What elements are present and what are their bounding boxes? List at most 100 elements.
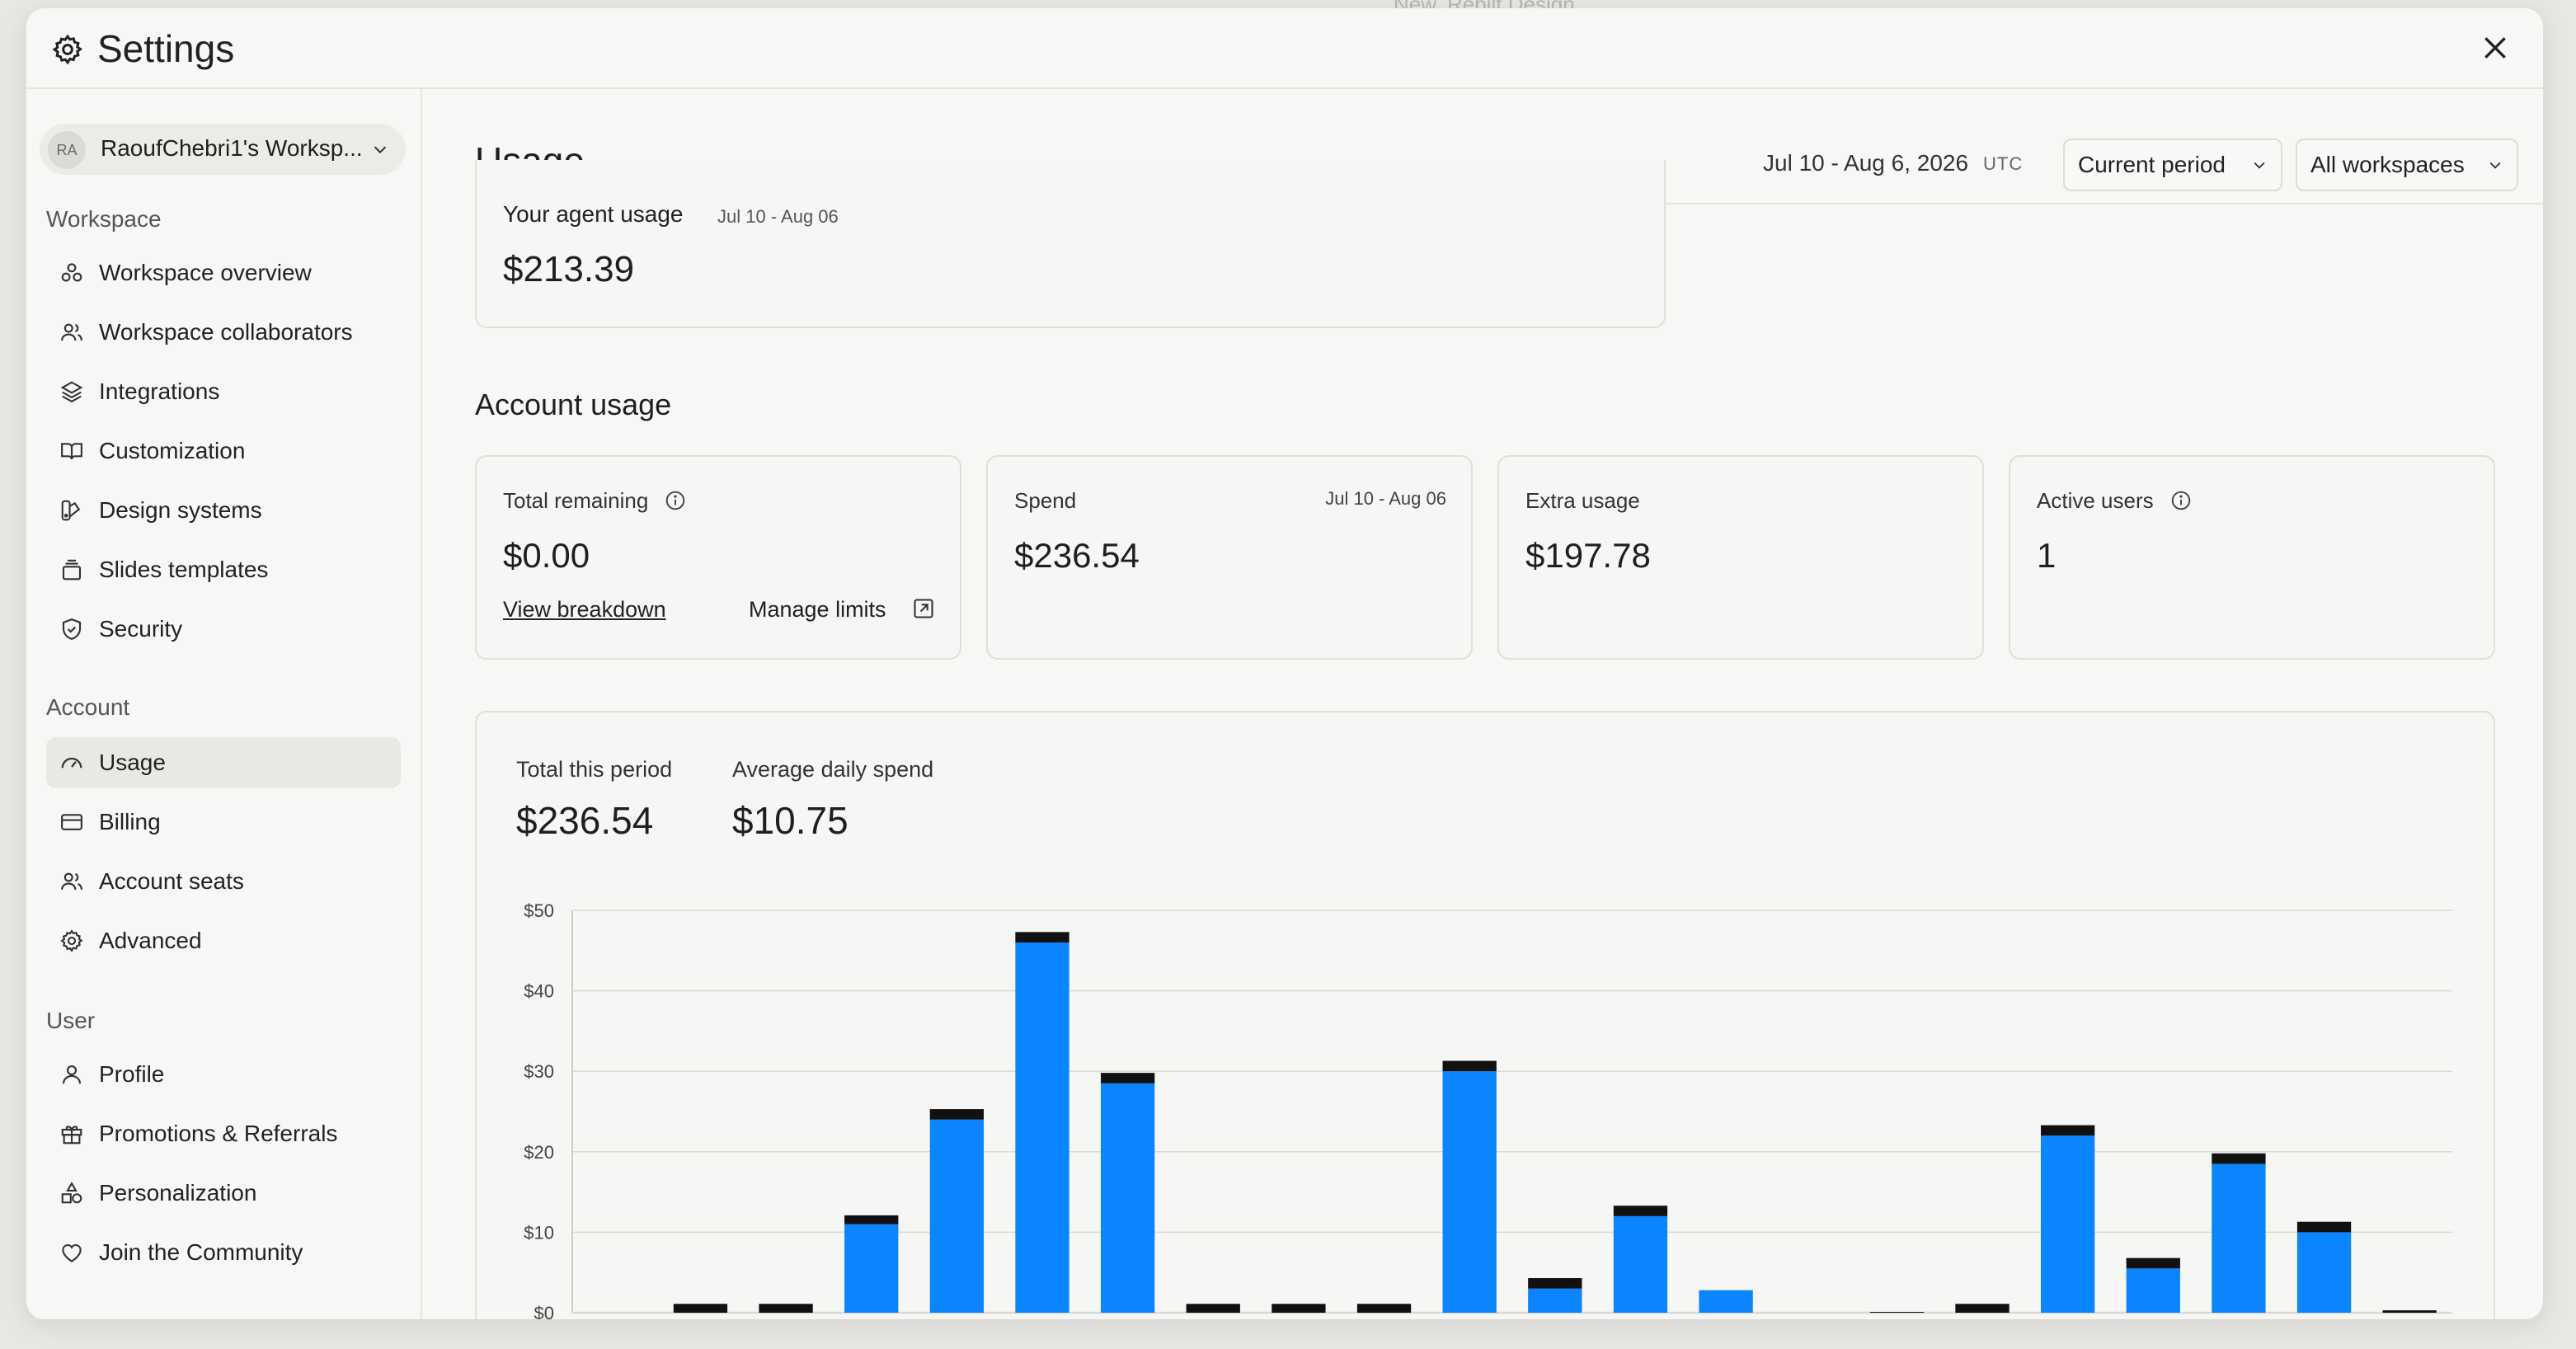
bar-cap-segment[interactable] — [1869, 1312, 1925, 1313]
workspace-select[interactable]: All workspaces — [2296, 139, 2518, 191]
section-label-account: Account — [46, 694, 130, 720]
gift-icon — [61, 1126, 82, 1145]
modal-header: Settings — [26, 8, 2543, 89]
bar-segment[interactable] — [1442, 1071, 1497, 1313]
extra-usage-value: $197.78 — [1525, 536, 1651, 575]
chevron-down-icon — [2489, 162, 2501, 169]
avatar: RA — [48, 131, 86, 169]
manage-limits-link[interactable]: Manage limits — [749, 597, 886, 623]
sidebar-item-profile[interactable]: Profile — [46, 1049, 401, 1100]
active-users-card: Active users 1 — [2009, 455, 2495, 660]
sidebar-item-advanced[interactable]: Advanced — [46, 915, 401, 966]
bar-cap-segment[interactable] — [2040, 1125, 2095, 1136]
info-icon[interactable] — [665, 490, 686, 511]
bar-segment[interactable] — [1100, 1083, 1155, 1313]
bar-cap-segment[interactable] — [1100, 1073, 1155, 1083]
view-breakdown-link[interactable]: View breakdown — [503, 597, 666, 623]
gear-icon — [60, 929, 83, 952]
bar-cap-segment[interactable] — [844, 1215, 899, 1224]
users-icon — [61, 323, 82, 341]
extra-usage-label: Extra usage — [1525, 488, 1640, 513]
sidebar-item-label: Workspace collaborators — [99, 319, 353, 345]
section-label-workspace: Workspace — [46, 206, 162, 232]
y-tick-label: $0 — [534, 1303, 554, 1319]
sidebar-item-design-systems[interactable]: Design systems — [46, 485, 401, 536]
bar-cap-segment[interactable] — [1528, 1278, 1582, 1289]
sidebar-item-usage[interactable]: Usage — [46, 737, 401, 788]
y-tick-label: $10 — [524, 1222, 554, 1243]
sidebar-item-label: Billing — [99, 809, 161, 834]
bar-segment[interactable] — [1613, 1215, 1668, 1313]
bar-cap-segment[interactable] — [2382, 1310, 2437, 1313]
bar-cap-segment[interactable] — [2296, 1221, 2352, 1233]
sidebar-item-personalization[interactable]: Personalization — [46, 1168, 401, 1219]
extra-usage-card: Extra usage $197.78 — [1497, 455, 1984, 660]
bar-segment[interactable] — [1528, 1288, 1582, 1313]
sidebar-item-slides-templates[interactable]: Slides templates — [46, 544, 401, 595]
workspace-name: RaoufChebri1's Worksp... — [101, 135, 363, 161]
agent-usage-date: Jul 10 - Aug 06 — [717, 206, 839, 227]
bar-cap-segment[interactable] — [759, 1304, 813, 1313]
sidebar-item-label: Slides templates — [99, 557, 269, 582]
sidebar-item-join-community[interactable]: Join the Community — [46, 1227, 401, 1278]
workspace-switcher[interactable]: RA RaoufChebri1's Worksp... — [40, 124, 406, 175]
sidebar-item-integrations[interactable]: Integrations — [46, 366, 401, 417]
bar-cap-segment[interactable] — [1272, 1304, 1326, 1313]
layers-icon — [60, 381, 83, 403]
sidebar-item-workspace-collaborators[interactable]: Workspace collaborators — [46, 307, 401, 358]
bar-cap-segment[interactable] — [1613, 1206, 1668, 1216]
bar-cap-segment[interactable] — [2212, 1153, 2266, 1164]
total-remaining-label: Total remaining — [503, 488, 649, 513]
bar-segment[interactable] — [1015, 942, 1069, 1313]
section-label-user: User — [46, 1008, 96, 1033]
timezone-label: UTC — [1983, 153, 2024, 174]
spend-value: $236.54 — [1014, 536, 1140, 575]
bar-cap-segment[interactable] — [673, 1304, 728, 1313]
bar-cap-segment[interactable] — [929, 1109, 985, 1120]
chevron-down-icon — [2254, 162, 2265, 169]
sidebar-item-promotions-referrals[interactable]: Promotions & Referrals — [46, 1108, 401, 1159]
agent-usage-value: $213.39 — [503, 249, 635, 289]
active-users-label: Active users — [2037, 488, 2154, 513]
heart-icon — [62, 1243, 82, 1262]
page-title: Settings — [97, 27, 235, 70]
spend-label: Spend — [1014, 488, 1077, 513]
spend-bar-chart: $0 $10 $20 $30 $40 $50 — [524, 900, 2452, 1319]
gauge-icon — [61, 757, 82, 769]
sidebar-item-label: Join the Community — [99, 1239, 303, 1265]
info-icon[interactable] — [2170, 490, 2192, 511]
sidebar-item-account-seats[interactable]: Account seats — [46, 856, 401, 907]
bar-cap-segment[interactable] — [1955, 1304, 2010, 1313]
y-tick-label: $20 — [524, 1142, 554, 1163]
bar-cap-segment[interactable] — [1356, 1304, 1412, 1313]
sidebar-item-label: Integrations — [99, 378, 220, 404]
close-icon[interactable] — [2479, 31, 2512, 64]
bar-cap-segment[interactable] — [1186, 1304, 1240, 1313]
bar-segment[interactable] — [1699, 1290, 1753, 1313]
sidebar-item-label: Design systems — [99, 497, 262, 523]
bar-segment[interactable] — [2126, 1268, 2180, 1313]
sidebar-item-billing[interactable]: Billing — [46, 797, 401, 848]
sidebar-item-customization[interactable]: Customization — [46, 425, 401, 477]
bar-cap-segment[interactable] — [2126, 1257, 2180, 1269]
sidebar-item-workspace-overview[interactable]: Workspace overview — [46, 247, 401, 298]
total-remaining-value: $0.00 — [503, 536, 590, 575]
credit-card-icon — [61, 814, 82, 830]
bar-segment[interactable] — [2296, 1232, 2352, 1313]
bar-segment[interactable] — [844, 1224, 899, 1313]
sidebar-item-label: Account seats — [99, 868, 244, 894]
sidebar-item-security[interactable]: Security — [46, 604, 401, 655]
bar-segment[interactable] — [929, 1119, 985, 1313]
bar-cap-segment[interactable] — [1442, 1060, 1497, 1072]
external-link-icon[interactable] — [912, 597, 935, 620]
period-select-value: Current period — [2078, 152, 2226, 177]
bar-segment[interactable] — [2040, 1135, 2095, 1313]
sidebar: RA RaoufChebri1's Worksp... Workspace Wo… — [26, 89, 422, 1319]
active-users-value: 1 — [2037, 536, 2057, 575]
spend-date: Jul 10 - Aug 06 — [1325, 488, 1446, 509]
sidebar-item-label: Usage — [99, 750, 166, 775]
period-select[interactable]: Current period — [2063, 139, 2282, 191]
bar-segment[interactable] — [2212, 1163, 2266, 1313]
bar-cap-segment[interactable] — [1015, 932, 1069, 943]
agent-usage-title: Your agent usage — [503, 201, 684, 227]
